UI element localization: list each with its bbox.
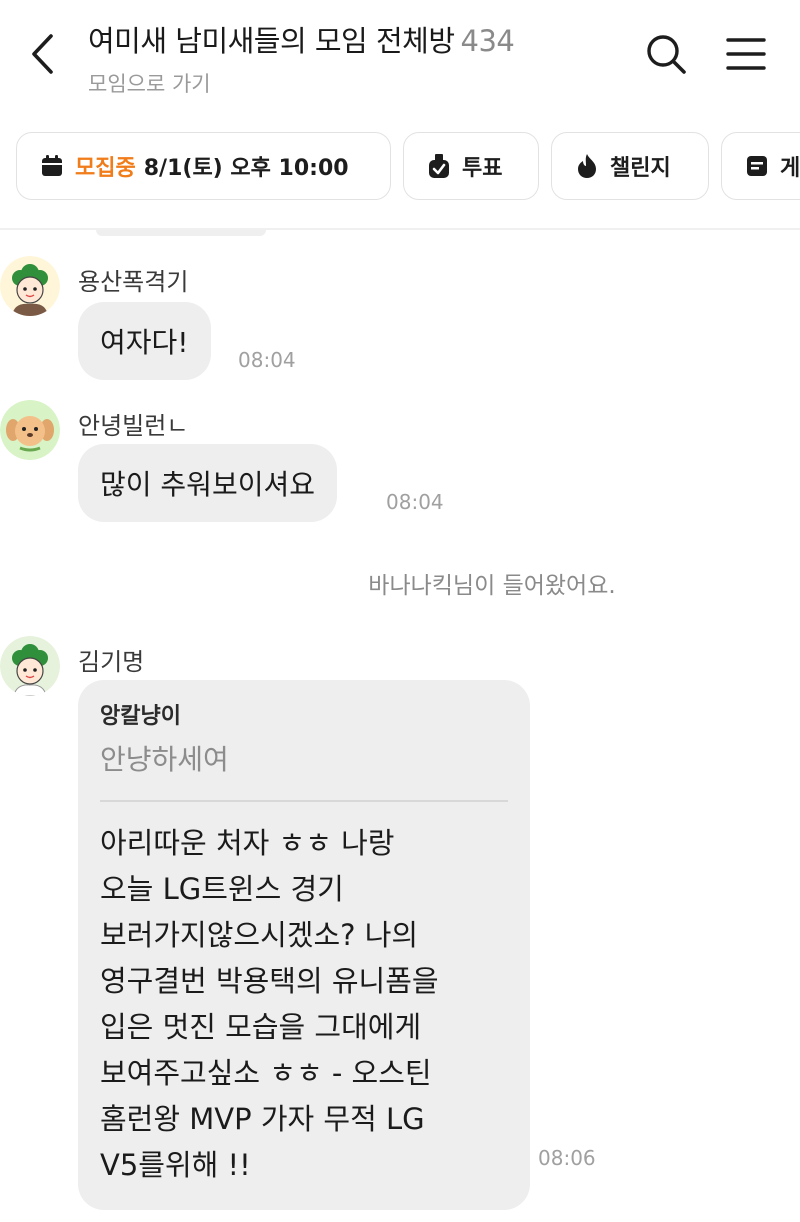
message-line: 아리따운 처자 ㅎㅎ 나랑 (100, 825, 395, 860)
sender-name: 용산폭격기 (78, 268, 189, 296)
vote-label: 투표 (462, 156, 503, 181)
sender-name: 안녕빌런ㄴ (78, 412, 189, 440)
quoted-text: 안냥하세여 (100, 743, 229, 776)
avatar[interactable] (0, 400, 60, 460)
quoted-sender: 앙칼냥이 (100, 704, 181, 729)
board-icon (744, 153, 770, 179)
board-label: 게 (780, 156, 800, 181)
message-line: 보러가지않으시겠소? 나의 (100, 917, 419, 952)
system-notice: 바나나킥님이 들어왔어요. (368, 573, 616, 599)
message-line: 오늘 LG트윈스 경기 (100, 871, 344, 906)
challenge-label: 챌린지 (610, 156, 671, 181)
title-block[interactable]: 여미새 남미새들의 모임 전체방 434 모임으로 가기 (88, 18, 515, 98)
avatar[interactable] (0, 256, 60, 316)
member-count: 434 (460, 24, 515, 58)
schedule-date: 8/1(토) 오후 10:00 (143, 156, 349, 181)
schedule-chip[interactable]: 모집중 8/1(토) 오후 10:00 (16, 132, 391, 200)
message-line: 홈런왕 MVP 가자 무적 LG (100, 1101, 425, 1136)
message-bubble[interactable]: 여자다! (78, 302, 211, 380)
chat-header: 여미새 남미새들의 모임 전체방 434 모임으로 가기 (0, 0, 800, 120)
reply-message-bubble[interactable]: 앙칼냥이 안냥하세여 아리따운 처자 ㅎㅎ 나랑 오늘 LG트윈스 경기 보러가… (78, 680, 530, 1210)
message-time: 08:06 (538, 1146, 596, 1170)
message-line: 보여주고싶소 ㅎㅎ - 오스틴 (100, 1055, 432, 1090)
go-to-group-link[interactable]: 모임으로 가기 (88, 68, 514, 98)
message-text: 많이 추워보이셔요 (100, 468, 315, 501)
message-text: 여자다! (100, 326, 189, 359)
message-time: 08:04 (238, 348, 296, 372)
chat-message-list[interactable]: 용산폭격기 여자다! 08:04 안녕빌런ㄴ 많이 추워보이셔요 08:04 바… (0, 230, 800, 1222)
vote-icon (426, 153, 452, 179)
sender-name: 김기명 (78, 648, 145, 676)
message-line: 영구결번 박용택의 유니폼을 (100, 963, 439, 998)
search-icon[interactable] (642, 30, 690, 78)
message-time: 08:04 (386, 490, 444, 514)
previous-bubble-edge (96, 230, 266, 236)
feature-chip-bar: 모집중 8/1(토) 오후 10:00 투표 챌린지 게 (0, 132, 800, 202)
message-line: 입은 멋진 모습을 그대에게 (100, 1009, 422, 1044)
message-bubble[interactable]: 많이 추워보이셔요 (78, 444, 337, 522)
chat-title: 여미새 남미새들의 모임 전체방 434 (88, 18, 515, 60)
avatar[interactable] (0, 636, 60, 696)
board-chip[interactable]: 게 (721, 132, 800, 200)
flame-icon (574, 153, 600, 179)
back-arrow-icon[interactable] (24, 30, 60, 78)
reply-divider (100, 800, 508, 802)
recruiting-label: 모집중 (75, 156, 136, 181)
menu-icon[interactable] (722, 30, 770, 78)
chat-title-text: 여미새 남미새들의 모임 전체방 (88, 24, 455, 58)
calendar-icon (39, 153, 65, 179)
message-line: V5를위해 !! (100, 1147, 251, 1182)
vote-chip[interactable]: 투표 (403, 132, 539, 200)
challenge-chip[interactable]: 챌린지 (551, 132, 709, 200)
